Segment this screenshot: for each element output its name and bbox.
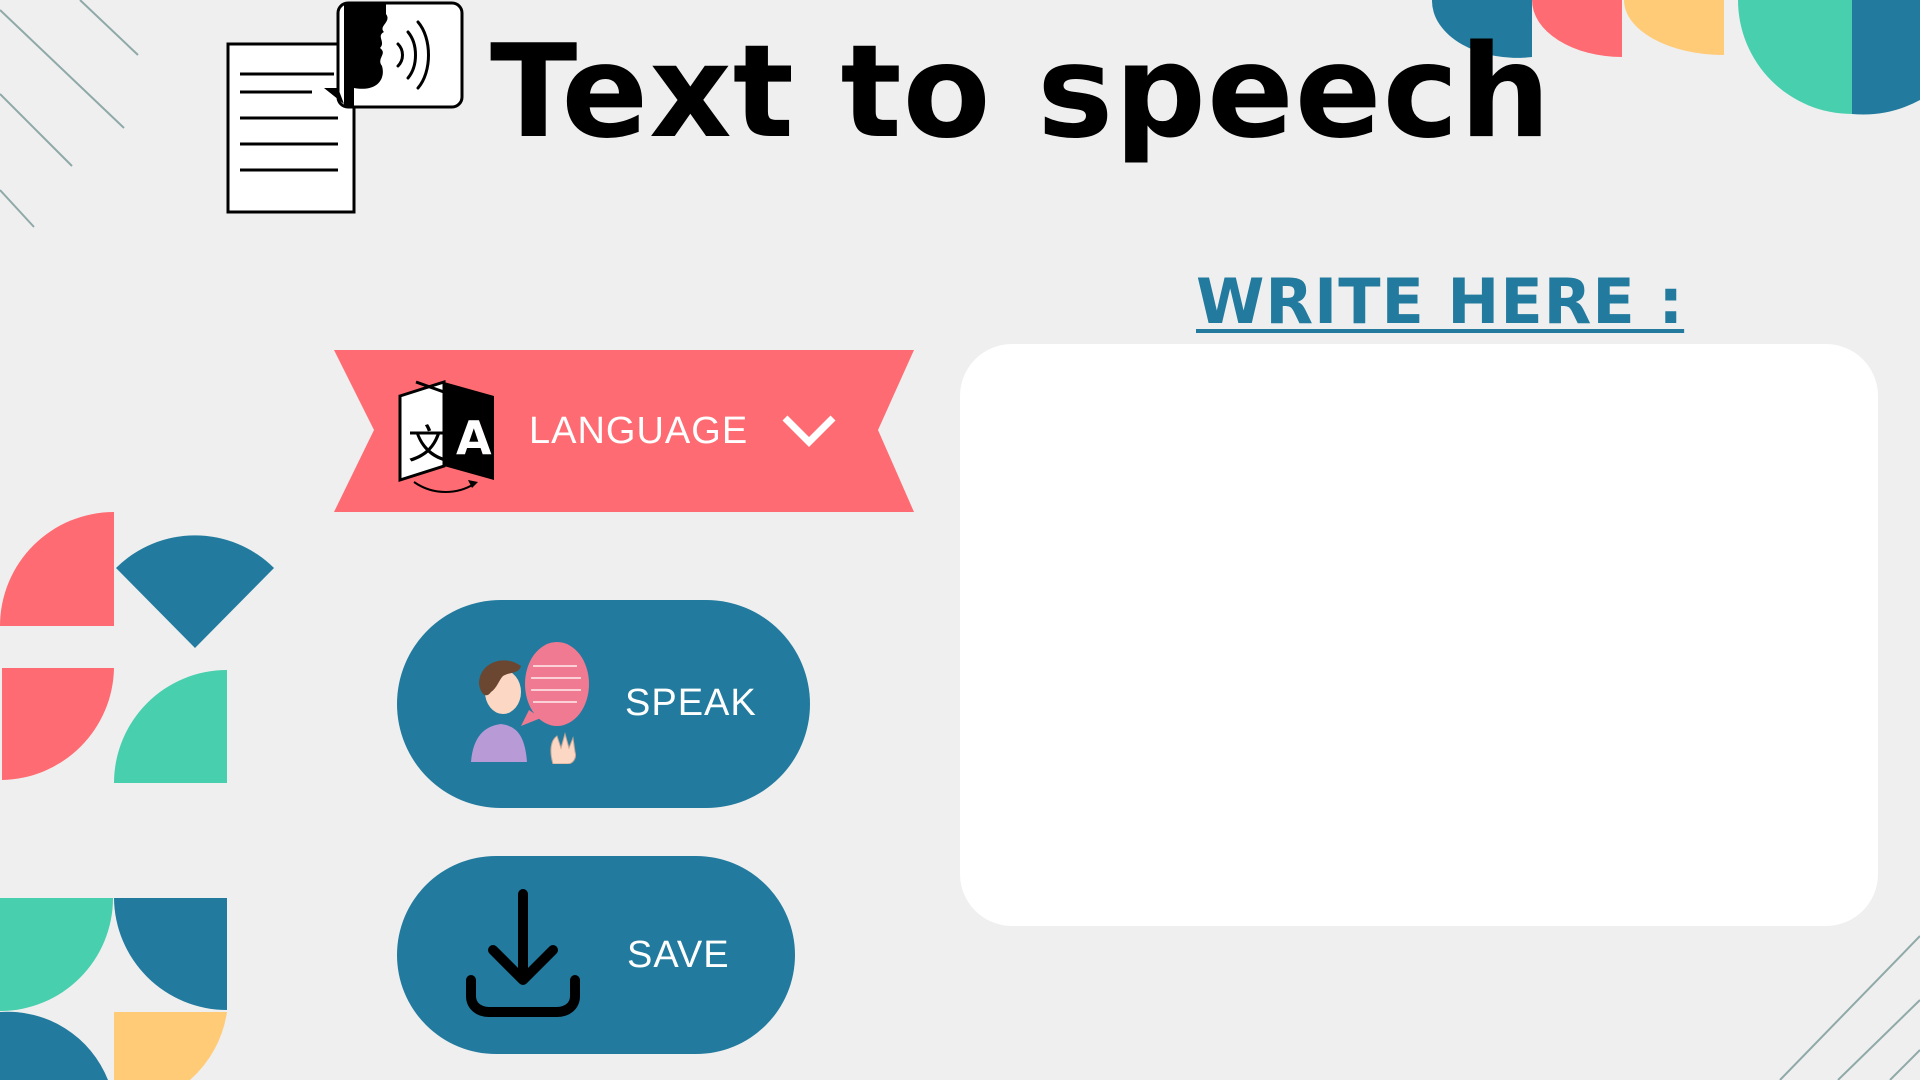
decorative-shapes-left — [0, 512, 274, 783]
translate-icon: A 文 — [398, 379, 494, 493]
app-window: Text to speech A 文 LANGUAGE SPEAK SAVE W… — [0, 0, 1920, 1080]
download-icon — [466, 889, 580, 1017]
speaker-person-icon — [471, 642, 589, 764]
text-to-speech-icon — [226, 1, 464, 214]
chevron-down-icon[interactable] — [779, 410, 839, 452]
save-label: SAVE — [627, 934, 730, 976]
svg-text:文: 文 — [408, 422, 448, 468]
save-button[interactable]: SAVE — [397, 856, 795, 1054]
write-here-heading: WRITE HERE : — [1196, 265, 1685, 338]
svg-text:A: A — [456, 411, 492, 465]
language-label: LANGUAGE — [529, 410, 749, 452]
page-title: Text to speech — [490, 18, 1552, 167]
speak-button[interactable]: SPEAK — [397, 600, 810, 808]
decorative-lines-top-left — [0, 0, 139, 228]
decorative-lines-bottom-right — [1779, 935, 1920, 1080]
language-dropdown[interactable]: A 文 LANGUAGE — [334, 350, 914, 512]
text-input-area[interactable] — [960, 344, 1878, 926]
speak-label: SPEAK — [625, 682, 757, 724]
decorative-shapes-bottom-left — [0, 898, 227, 1080]
